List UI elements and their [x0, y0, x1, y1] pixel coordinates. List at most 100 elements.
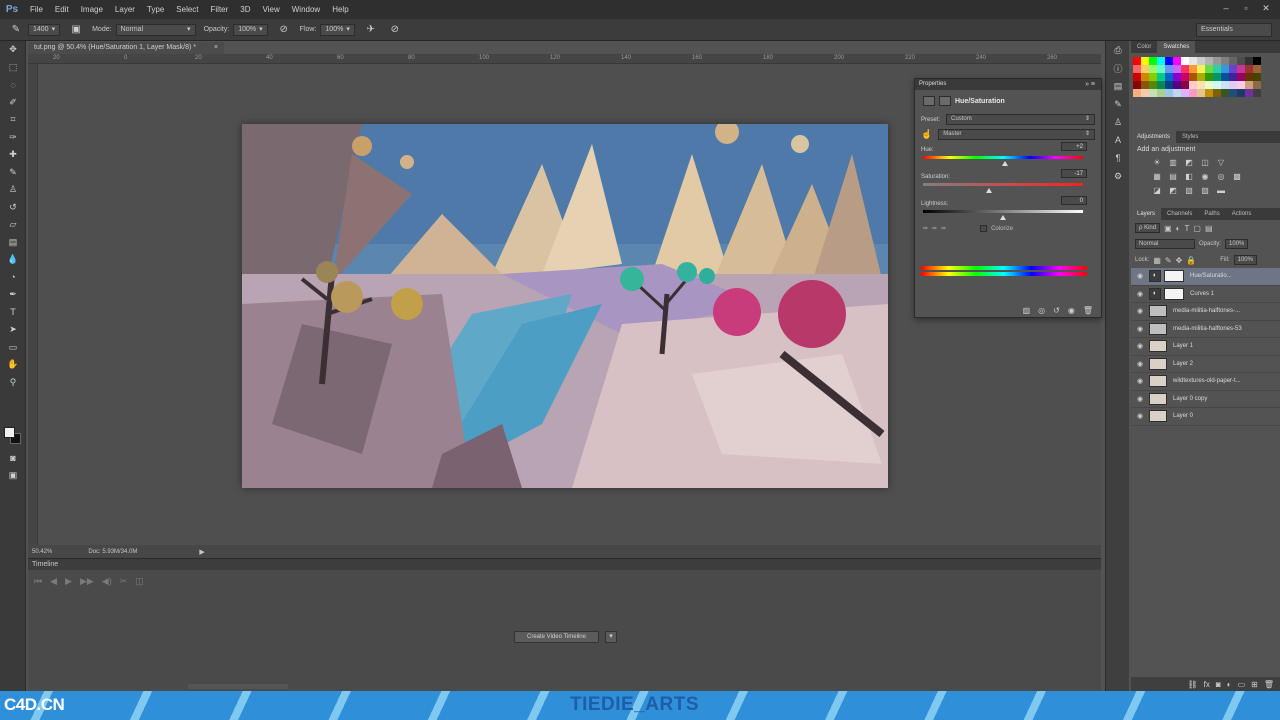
link-layers-icon[interactable]: ⛓: [1188, 680, 1198, 689]
menu-edit[interactable]: Edit: [49, 0, 75, 19]
lock-transparent-icon[interactable]: ▦: [1153, 256, 1161, 265]
color-swatch[interactable]: [1245, 65, 1253, 73]
lasso-tool-icon[interactable]: ◌: [0, 76, 26, 94]
tab-color[interactable]: Color: [1131, 41, 1157, 53]
channel-select[interactable]: Master ⇕: [938, 129, 1095, 140]
color-lookup-icon[interactable]: ▩: [1231, 172, 1243, 182]
menu-3d[interactable]: 3D: [234, 0, 256, 19]
layer-row[interactable]: ◉ Layer 0: [1131, 408, 1280, 426]
color-swatch[interactable]: [1221, 89, 1229, 97]
tab-channels[interactable]: Channels: [1161, 208, 1198, 220]
tool-presets-icon[interactable]: ⚙: [1106, 167, 1130, 185]
timeline-dropdown-icon[interactable]: ▾: [605, 631, 617, 643]
color-swatch[interactable]: [1197, 65, 1205, 73]
layer-row[interactable]: ◉ media-militia-halftones-53: [1131, 321, 1280, 338]
invert-icon[interactable]: ◪: [1151, 186, 1163, 196]
color-swatch[interactable]: [1189, 81, 1197, 89]
opacity-field[interactable]: 100% ▾: [233, 23, 268, 36]
first-frame-icon[interactable]: ⏮: [34, 576, 42, 587]
eyedropper-tool-icon[interactable]: ✑: [0, 129, 26, 147]
color-swatch[interactable]: [1237, 89, 1245, 97]
photo-filter-icon[interactable]: ◉: [1199, 172, 1211, 182]
path-select-tool-icon[interactable]: ➤: [0, 321, 26, 339]
brush-presets-icon[interactable]: ✎: [1106, 95, 1130, 113]
color-swatch[interactable]: [1237, 81, 1245, 89]
eyedropper-icon[interactable]: ✑: [923, 225, 928, 232]
color-swatch[interactable]: [1133, 89, 1141, 97]
color-swatch[interactable]: [1133, 65, 1141, 73]
adjustment-mode-icon[interactable]: [923, 96, 935, 106]
close-window-button[interactable]: ✕: [1258, 2, 1274, 14]
color-swatch[interactable]: [1229, 73, 1237, 81]
menu-file[interactable]: File: [24, 0, 49, 19]
color-swatch[interactable]: [1221, 65, 1229, 73]
add-mask-icon[interactable]: ◙: [1216, 680, 1221, 689]
layer-kind-filter[interactable]: ρ Kind: [1135, 223, 1161, 233]
color-swatch[interactable]: [1149, 57, 1157, 65]
color-swatch[interactable]: [1229, 81, 1237, 89]
layer-mask-thumbnail[interactable]: [1164, 287, 1184, 300]
hue-slider-track[interactable]: [923, 156, 1083, 159]
color-swatch[interactable]: [1213, 65, 1221, 73]
color-swatch[interactable]: [1165, 89, 1173, 97]
brush-size-picker[interactable]: 1400 ▾: [28, 23, 61, 36]
gradient-map-icon[interactable]: ▨: [1199, 186, 1211, 196]
properties-collapse-icon[interactable]: » ≡: [1085, 79, 1095, 90]
zoom-level[interactable]: 50.42%: [32, 549, 52, 555]
color-swatch[interactable]: [1157, 57, 1165, 65]
menu-type[interactable]: Type: [141, 0, 170, 19]
lightness-slider-track[interactable]: [923, 210, 1083, 213]
workspace-select[interactable]: Essentials: [1196, 23, 1272, 37]
color-swatch[interactable]: [1181, 81, 1189, 89]
timeline-panel-header[interactable]: Timeline: [28, 558, 1101, 570]
dodge-tool-icon[interactable]: ◔: [0, 269, 26, 287]
color-balance-icon[interactable]: ▤: [1167, 172, 1179, 182]
hand-tool-icon[interactable]: ✋: [0, 356, 26, 374]
color-swatch[interactable]: [1173, 89, 1181, 97]
document-tab[interactable]: tut.png @ 50.4% (Hue/Saturation 1, Layer…: [28, 42, 224, 54]
color-swatch[interactable]: [1213, 57, 1221, 65]
color-swatch[interactable]: [1157, 73, 1165, 81]
color-swatch[interactable]: [1197, 89, 1205, 97]
eyedropper-minus-icon[interactable]: ✑: [941, 225, 946, 232]
restore-button[interactable]: ▫: [1238, 2, 1254, 14]
tab-actions[interactable]: Actions: [1226, 208, 1258, 220]
color-swatch[interactable]: [1245, 89, 1253, 97]
info-panel-icon[interactable]: ⓘ: [1106, 59, 1130, 77]
color-swatch[interactable]: [1133, 57, 1141, 65]
filter-pixel-icon[interactable]: ▣: [1164, 224, 1172, 233]
quick-mask-icon[interactable]: ◙: [0, 449, 26, 467]
pen-tool-icon[interactable]: ✒: [0, 286, 26, 304]
blur-tool-icon[interactable]: 💧: [0, 251, 26, 269]
color-swatch[interactable]: [1181, 57, 1189, 65]
color-swatch[interactable]: [1165, 65, 1173, 73]
character-panel-icon[interactable]: A: [1106, 131, 1130, 149]
timeline-scrollbar[interactable]: [188, 684, 288, 689]
selective-color-icon[interactable]: ▬: [1215, 186, 1227, 196]
posterize-icon[interactable]: ◩: [1167, 186, 1179, 196]
audio-icon[interactable]: ◀): [102, 576, 112, 587]
pressure-opacity-icon[interactable]: ⊘: [276, 23, 292, 37]
vibrance-icon[interactable]: ▽: [1215, 158, 1227, 168]
lock-image-icon[interactable]: ✎: [1165, 256, 1172, 265]
color-swatch[interactable]: [1221, 81, 1229, 89]
filter-adjustment-icon[interactable]: ◐: [1176, 224, 1181, 233]
levels-icon[interactable]: ▥: [1167, 158, 1179, 168]
color-swatch[interactable]: [1237, 57, 1245, 65]
brightness-contrast-icon[interactable]: ☀: [1151, 158, 1163, 168]
add-style-icon[interactable]: fx: [1204, 680, 1210, 689]
delete-adjustment-icon[interactable]: 🗑: [1083, 306, 1093, 315]
color-swatch[interactable]: [1157, 81, 1165, 89]
visibility-eye-icon[interactable]: ◉: [1131, 272, 1149, 280]
reset-icon[interactable]: ↺: [1053, 306, 1060, 315]
color-swatch[interactable]: [1149, 73, 1157, 81]
color-swatch[interactable]: [1149, 81, 1157, 89]
saturation-value-field[interactable]: -17: [1061, 169, 1087, 178]
color-swatch[interactable]: [1189, 73, 1197, 81]
screen-mode-icon[interactable]: ▣: [0, 467, 26, 485]
color-swatch[interactable]: [1213, 81, 1221, 89]
color-swatch[interactable]: [1245, 57, 1253, 65]
color-swatch[interactable]: [1221, 73, 1229, 81]
color-swatch[interactable]: [1197, 81, 1205, 89]
history-brush-tool-icon[interactable]: ↺: [0, 199, 26, 217]
